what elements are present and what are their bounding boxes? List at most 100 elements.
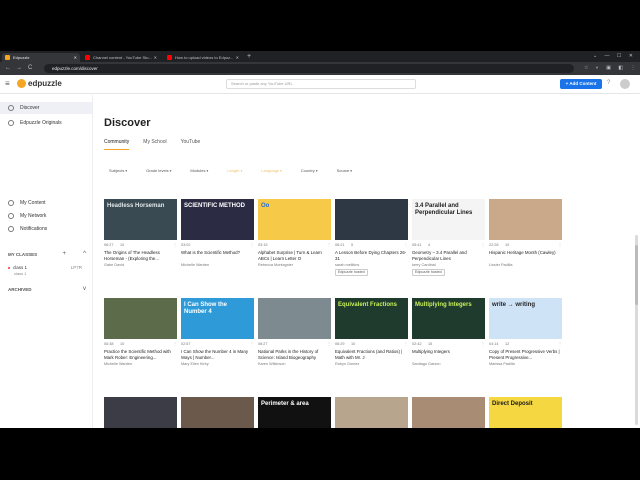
more-options-icon[interactable]: ⋮ bbox=[327, 341, 331, 346]
video-title[interactable]: Alphabet Surprise | Turn & Learn ABCs | … bbox=[258, 250, 331, 262]
archived-heading[interactable]: ARCHIVED v bbox=[8, 286, 86, 292]
filter-modules[interactable]: Modules▾ bbox=[190, 168, 208, 173]
url-field[interactable]: edpuzzle.com/discover bbox=[44, 64, 574, 73]
video-title[interactable]: Hispanic Heritage Month (Cawley) bbox=[489, 250, 562, 256]
video-title[interactable]: Equivalent Fractions (and Ratios) | Math… bbox=[335, 349, 408, 361]
more-options-icon[interactable]: ⋮ bbox=[558, 341, 562, 346]
video-card[interactable]: 05:38 10 ⋮ Practice the Scientific Method w… bbox=[104, 298, 177, 378]
close-tab-icon[interactable]: ✕ bbox=[154, 55, 157, 60]
video-author[interactable]: Robyn Gomez bbox=[335, 362, 359, 366]
video-card[interactable]: ⋮ bbox=[104, 397, 177, 428]
video-author[interactable]: Michelle Warden bbox=[104, 362, 132, 366]
browser-tab-youtube-studio[interactable]: Channel content - YouTube Stu... ✕ bbox=[82, 53, 160, 62]
video-thumbnail[interactable]: Oo bbox=[258, 199, 331, 240]
chevron-up-icon[interactable]: ^ bbox=[83, 251, 86, 257]
video-title[interactable]: Multiplying Integers bbox=[412, 349, 485, 355]
more-options-icon[interactable]: ⋮ bbox=[404, 242, 408, 247]
video-author[interactable]: Mary Ellen Kirby bbox=[181, 362, 209, 366]
sidebar-item-edpuzzle-originals[interactable]: Edpuzzle Originals bbox=[0, 117, 92, 129]
more-options-icon[interactable]: ⋮ bbox=[404, 341, 408, 346]
video-thumbnail[interactable] bbox=[412, 397, 485, 428]
more-options-icon[interactable]: ⋮ bbox=[250, 242, 254, 247]
reload-icon[interactable]: C bbox=[28, 65, 32, 71]
video-thumbnail[interactable]: SCIENTIFIC METHOD bbox=[181, 199, 254, 240]
video-author[interactable]: Rebecca Montagnier bbox=[258, 263, 293, 267]
video-card[interactable]: ⋮ bbox=[412, 397, 485, 428]
video-author[interactable]: Santiago Garzon bbox=[412, 362, 441, 366]
video-thumbnail[interactable]: write → writing bbox=[489, 298, 562, 339]
video-card[interactable]: ⋮ bbox=[335, 397, 408, 428]
window-controls[interactable]: ⌄ — ☐ ✕ bbox=[593, 53, 636, 59]
filter-subjects[interactable]: Subjects▾ bbox=[109, 168, 127, 173]
video-card[interactable]: Oo 03:15 ⋮ Alphabet Surprise | Turn & Learn… bbox=[258, 199, 331, 279]
video-title[interactable]: Copy of Present Progressive Verbs | Pres… bbox=[489, 349, 562, 361]
video-title[interactable]: Geometry – 3.4 Parallel and Perpendicula… bbox=[412, 250, 485, 262]
video-card[interactable]: Headless Horseman 06:27 10 ⋮ The Origins of … bbox=[104, 199, 177, 279]
more-options-icon[interactable]: ⋮ bbox=[250, 341, 254, 346]
video-thumbnail[interactable] bbox=[335, 199, 408, 240]
video-card[interactable]: 08:27 ⋮ National Parks in the History of S… bbox=[258, 298, 331, 378]
video-thumbnail[interactable]: Perimeter & area bbox=[258, 397, 331, 428]
video-thumbnail[interactable]: Equivalent Fractions bbox=[335, 298, 408, 339]
search-input[interactable]: Search or paste any YouTube URL bbox=[226, 79, 416, 89]
scrollbar-thumb[interactable] bbox=[635, 245, 638, 305]
add-class-icon[interactable]: + bbox=[62, 251, 66, 257]
class-item[interactable]: class 1 LP7R class 1 bbox=[8, 265, 88, 276]
filter-source[interactable]: Source▾ bbox=[337, 168, 352, 173]
video-thumbnail[interactable]: Headless Horseman bbox=[104, 199, 177, 240]
video-author[interactable]: Marissa Padilla bbox=[489, 362, 515, 366]
video-card[interactable]: Multiplying Integers 02:42 15 ⋮ Multiplying … bbox=[412, 298, 485, 378]
video-author[interactable]: sarah mellkins bbox=[335, 263, 359, 267]
more-options-icon[interactable]: ⋮ bbox=[173, 341, 177, 346]
tab-my-school[interactable]: My School bbox=[143, 139, 166, 150]
video-author[interactable]: Gabe David bbox=[104, 263, 124, 267]
video-thumbnail[interactable]: Multiplying Integers bbox=[412, 298, 485, 339]
video-thumbnail[interactable] bbox=[104, 397, 177, 428]
video-author[interactable]: kerry Cardinal bbox=[412, 263, 436, 267]
filter-language[interactable]: Language▾ bbox=[261, 168, 282, 173]
tab-community[interactable]: Community bbox=[104, 139, 130, 150]
more-options-icon[interactable]: ⋮ bbox=[173, 242, 177, 247]
video-title[interactable]: National Parks in the History of Science… bbox=[258, 349, 331, 361]
chevron-down-icon[interactable]: v bbox=[83, 286, 86, 292]
video-title[interactable]: The Origins of The Headless Horseman - (… bbox=[104, 250, 177, 262]
more-options-icon[interactable]: ⋮ bbox=[327, 242, 331, 247]
video-thumbnail[interactable]: I Can Show the Number 4 bbox=[181, 298, 254, 339]
video-author[interactable]: Karen Wilkinson bbox=[258, 362, 285, 366]
new-tab-button[interactable]: + bbox=[247, 53, 251, 61]
close-tab-icon[interactable]: ✕ bbox=[236, 55, 239, 60]
forward-arrow-icon[interactable]: → bbox=[16, 65, 22, 71]
video-title[interactable]: Practice the Scientific Method with Mark… bbox=[104, 349, 177, 361]
video-thumbnail[interactable] bbox=[181, 397, 254, 428]
tab-youtube[interactable]: YouTube bbox=[181, 139, 201, 150]
video-thumbnail[interactable] bbox=[489, 199, 562, 240]
filter-grade-levels[interactable]: Grade levels▾ bbox=[146, 168, 171, 173]
video-card[interactable]: ⋮ bbox=[181, 397, 254, 428]
extension-icons[interactable]: ☆ ◐ ▣ ◧ ⋮ bbox=[584, 65, 639, 71]
more-options-icon[interactable]: ⋮ bbox=[558, 242, 562, 247]
more-options-icon[interactable]: ⋮ bbox=[481, 242, 485, 247]
video-thumbnail[interactable]: Direct Deposit bbox=[489, 397, 562, 428]
sidebar-item-discover[interactable]: Discover bbox=[0, 102, 92, 114]
filter-country[interactable]: Country▾ bbox=[301, 168, 318, 173]
video-author[interactable]: Lissier Padilla bbox=[489, 263, 512, 267]
sidebar-item-my-content[interactable]: My Content bbox=[0, 197, 92, 209]
video-card[interactable]: SCIENTIFIC METHOD 03:02 ⋮ What is the Scien… bbox=[181, 199, 254, 279]
video-author[interactable]: Michelle Warden bbox=[181, 263, 209, 267]
video-card[interactable]: Direct Deposit⋮ bbox=[489, 397, 562, 428]
video-card[interactable]: Perimeter & area⋮ bbox=[258, 397, 331, 428]
filter-length[interactable]: Length▾ bbox=[227, 168, 242, 173]
back-arrow-icon[interactable]: ← bbox=[5, 65, 11, 71]
help-icon[interactable]: ? bbox=[607, 80, 610, 86]
browser-tab-youtube-howto[interactable]: How to upload videos to Edpuz... ✕ bbox=[164, 53, 242, 62]
video-title[interactable]: A Lesson Before Dying Chapters 26-31 bbox=[335, 250, 408, 262]
hamburger-menu-icon[interactable]: ≡ bbox=[5, 80, 10, 88]
page-scrollbar[interactable] bbox=[635, 235, 638, 425]
sidebar-item-my-network[interactable]: My Network bbox=[0, 210, 92, 222]
video-title[interactable]: I Can Show the Number 4 in Many Ways | N… bbox=[181, 349, 254, 361]
more-options-icon[interactable]: ⋮ bbox=[481, 341, 485, 346]
video-card[interactable]: I Can Show the Number 4 02:57 ⋮ I Can Show … bbox=[181, 298, 254, 378]
video-thumbnail[interactable] bbox=[258, 298, 331, 339]
video-card[interactable]: 06:21 5 ⋮ A Lesson Before Dying Chapters 26… bbox=[335, 199, 408, 279]
edpuzzle-logo[interactable]: edpuzzle bbox=[17, 79, 62, 88]
